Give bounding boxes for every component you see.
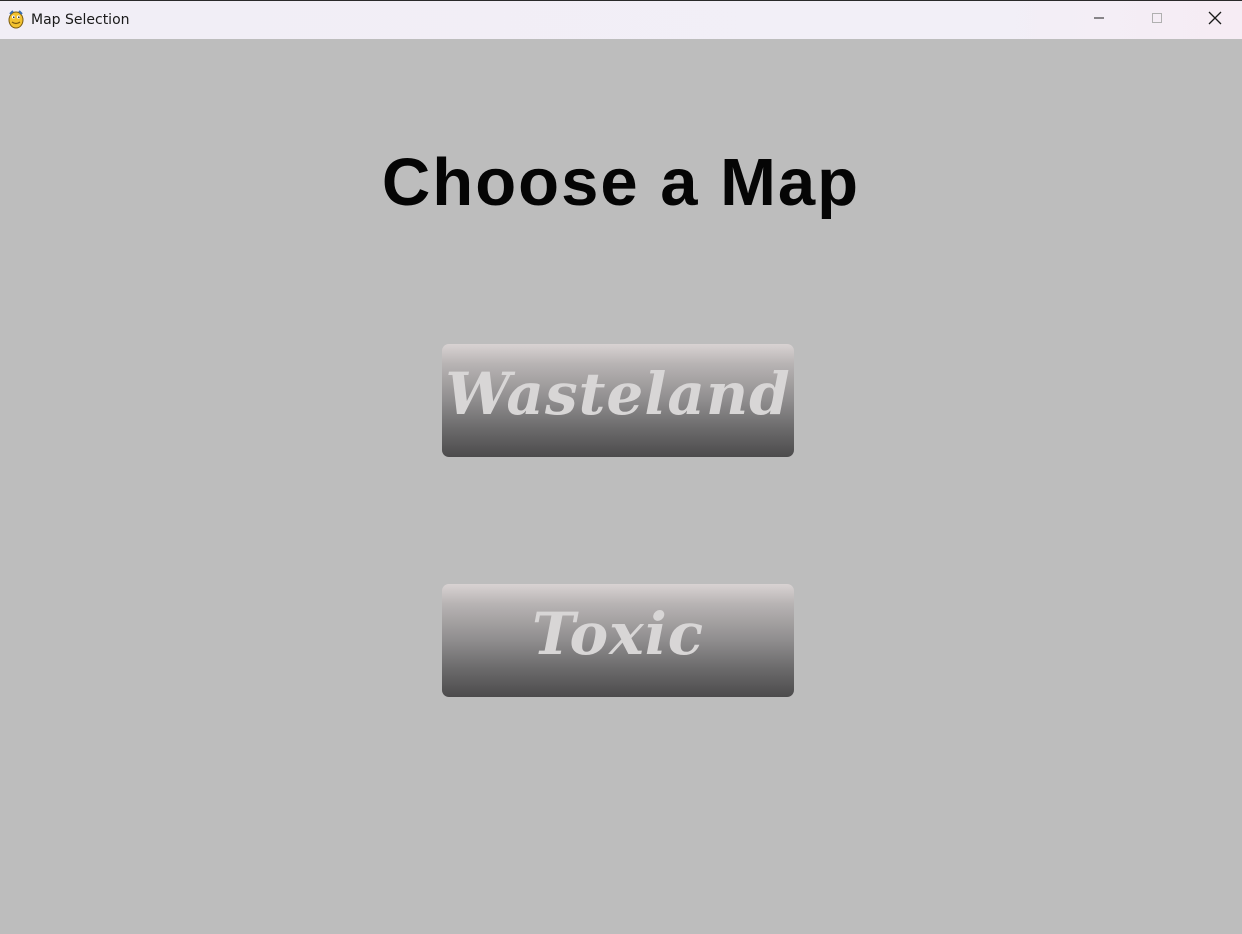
close-button[interactable] bbox=[1186, 1, 1242, 39]
title-bar[interactable]: Map Selection bbox=[0, 0, 1242, 39]
wasteland-map-button[interactable]: Wasteland bbox=[442, 344, 794, 457]
toxic-map-button[interactable]: Toxic bbox=[442, 584, 794, 697]
minimize-icon bbox=[1093, 11, 1105, 29]
minimize-button[interactable] bbox=[1070, 1, 1128, 39]
close-icon bbox=[1208, 11, 1222, 30]
python-snake-icon bbox=[7, 9, 25, 29]
wasteland-button-label: Wasteland bbox=[445, 359, 791, 428]
page-title: Choose a Map bbox=[381, 145, 861, 220]
maximize-icon bbox=[1151, 11, 1163, 29]
maximize-button[interactable] bbox=[1128, 1, 1186, 39]
map-selection-window: Map Selection Choose a Map Wasteland Tox… bbox=[0, 0, 1242, 934]
toxic-button-label: Toxic bbox=[531, 599, 705, 668]
window-title: Map Selection bbox=[31, 12, 130, 28]
